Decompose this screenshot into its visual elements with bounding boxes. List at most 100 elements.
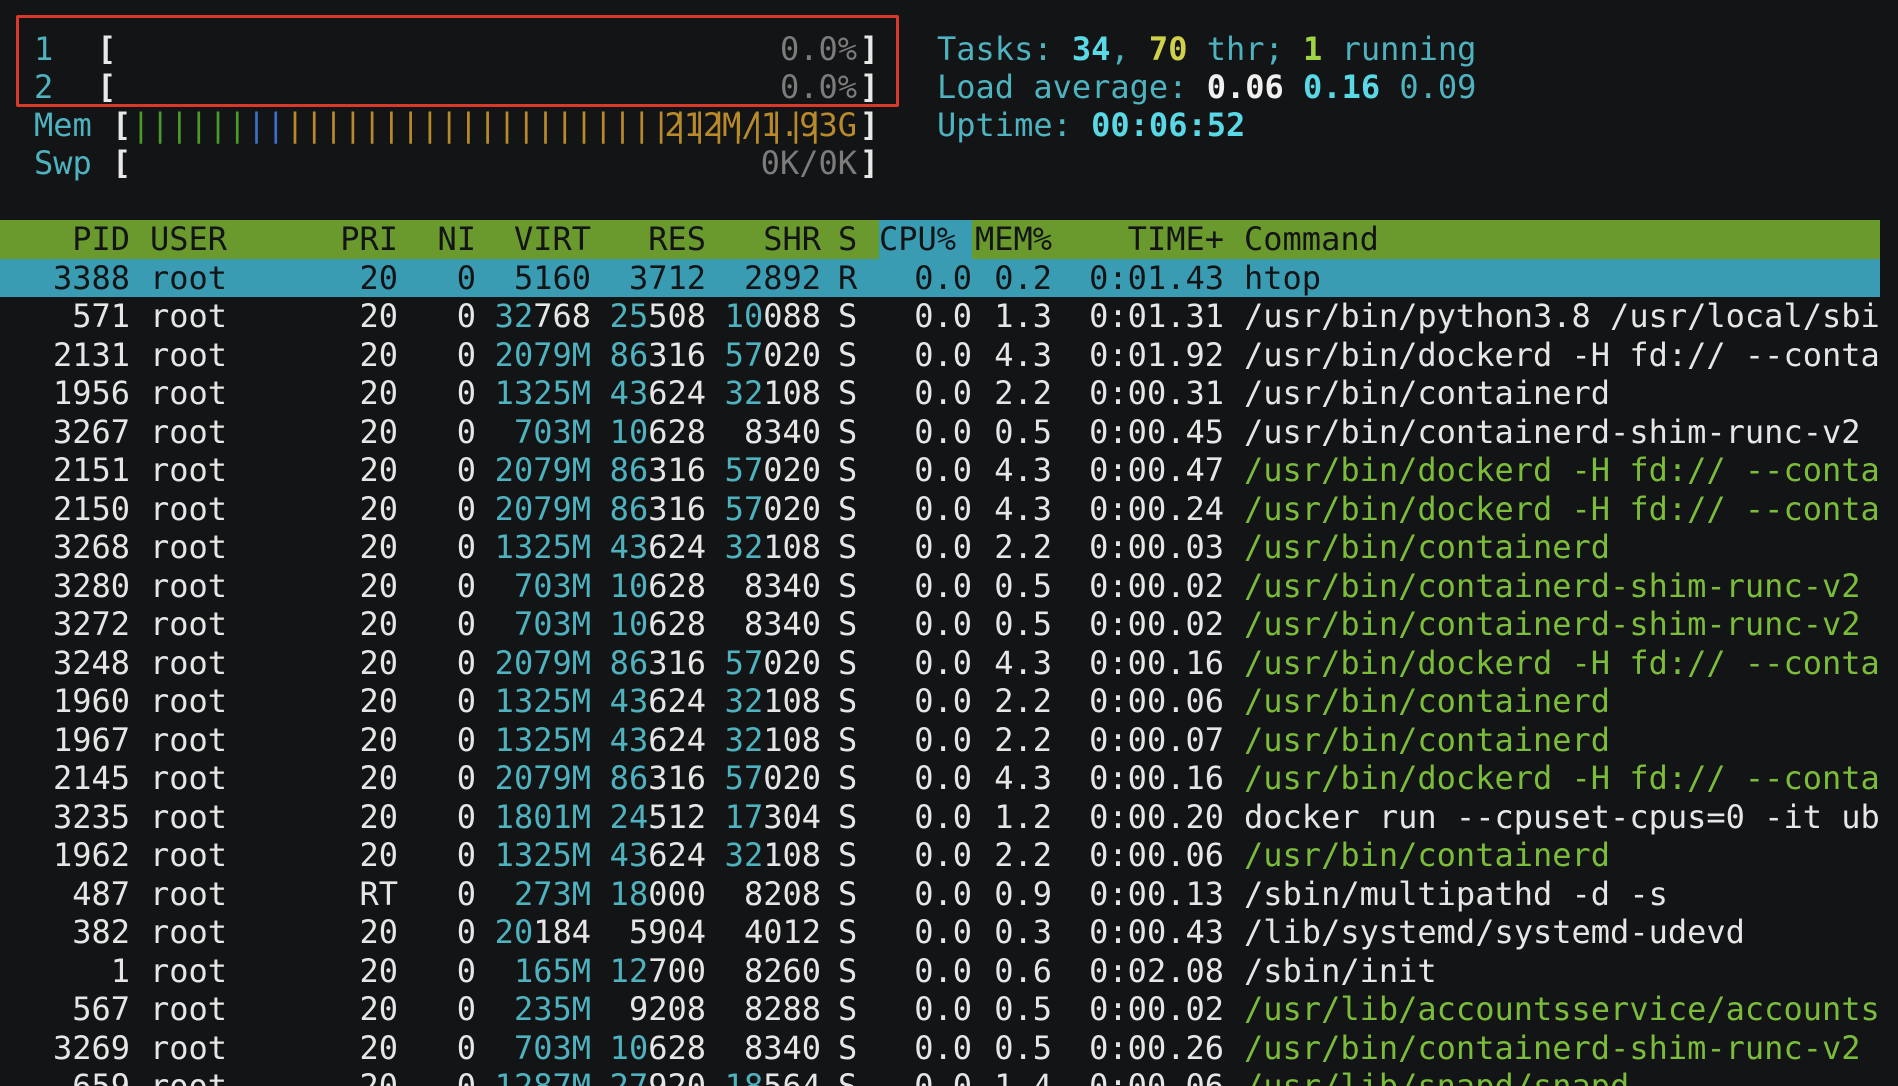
column-header-virt[interactable]: VIRT [478,220,591,259]
process-res: 43624 [593,374,706,413]
process-user: root [150,682,228,720]
process-res: 43624 [593,682,706,721]
process-shr-low-part: 020 [763,489,821,528]
process-row[interactable]: 2131 root 20 0 2079M 86316 57020 S 0.0 4.3 0:01.92… [0,336,1880,375]
process-pid: 1 [110,951,130,990]
process-state: S [838,643,858,682]
process-shr-high-part: 57 [724,759,764,797]
process-virt-high-part: 32 [494,297,534,335]
process-time: 0:01.92 [1089,335,1224,374]
process-res-low-part: 316 [648,489,706,528]
process-res-high-part: 86 [609,451,649,489]
process-res-low-part: 624 [648,720,706,759]
process-res-high-part: 12 [609,951,649,990]
process-row-selected[interactable]: 3388 root 20 0 5160 3712 2892 R 0.0 0.2 0:01.43 hto… [0,258,1880,298]
process-res-low-part: 624 [648,374,706,412]
process-mem: 2.2 [994,682,1052,720]
process-row[interactable]: 3267 root 20 0 703M 10628 8340 S 0.0 0.5 0:00.45/u… [0,413,1880,452]
column-header-pri[interactable]: PRI [300,220,398,259]
table-header: PID USER PRI NI VIRT RES SHR S CPU% MEM%… [0,220,1880,259]
process-command: docker run --cpuset-cpus=0 -it ub [1244,797,1880,836]
process-virt: 2079M [478,336,591,375]
process-res: 86316 [593,336,706,375]
column-header-cpu[interactable]: CPU% [879,220,972,259]
process-priority: 20 [359,258,398,297]
process-shr: 2892 [708,259,821,298]
column-header-shr[interactable]: SHR [708,220,821,259]
process-row[interactable]: 659 root 20 0 1287M 27920 18564 S 0.0 1.4 0:00.06/… [0,1067,1880,1086]
process-row[interactable]: 1956 root 20 0 1325M 43624 32108 S 0.0 2.2 0:00.31… [0,374,1880,413]
process-res-high-part: 10 [609,412,649,451]
column-header-state[interactable]: S [838,220,868,259]
process-shr-high-part: 18 [724,1067,764,1086]
process-row[interactable]: 3248 root 20 0 2079M 86316 57020 S 0.0 4.3 0:00.16… [0,644,1880,683]
process-state: S [838,1067,858,1086]
process-row[interactable]: 3272 root 20 0 703M 10628 8340 S 0.0 0.5 0:00.02/u… [0,605,1880,644]
process-res: 43624 [593,836,706,875]
process-shr-high-part: 57 [724,335,764,374]
column-header-res[interactable]: RES [593,220,706,259]
process-priority: 20 [359,297,398,335]
process-row[interactable]: 1960 root 20 0 1325M 43624 32108 S 0.0 2.2 0:00.06… [0,682,1880,721]
threads-label: thr; [1187,30,1304,68]
process-shr-low-part: 8340 [743,1028,821,1067]
process-virt-high-part: 2079M [494,451,591,489]
column-header-pid[interactable]: PID [0,220,130,259]
process-res-low-part: 628 [648,605,706,643]
process-res-low-part: 316 [648,335,706,374]
column-header-command[interactable]: Command [1244,220,1880,259]
process-res-low-part: 628 [648,412,706,451]
process-shr: 8340 [708,413,821,452]
process-pid: 2145 [52,759,130,797]
process-row[interactable]: 382 root 20 0 20184 5904 4012 S 0.0 0.3 0:00.43/li… [0,913,1880,952]
process-pid: 3280 [52,566,130,605]
tasks-count: 34 [1071,30,1111,68]
process-command: /usr/bin/containerd [1244,374,1611,412]
process-row[interactable]: 1967 root 20 0 1325M 43624 32108 S 0.0 2.2 0:00.07… [0,721,1880,760]
process-shr: 57020 [708,759,821,798]
process-command: /usr/bin/python3.8 /usr/local/sbi [1244,297,1880,335]
column-header-mem[interactable]: MEM% [975,220,1055,259]
process-row[interactable]: 3235 root 20 0 1801M 24512 17304 S 0.0 1.2 0:00.20… [0,798,1880,837]
process-res: 86316 [593,451,706,490]
process-row[interactable]: 2150 root 20 0 2079M 86316 57020 S 0.0 4.3 0:00.24… [0,490,1880,529]
process-row[interactable]: 1 root 20 0 165M 12700 8260 S 0.0 0.6 0:02.08/sbin… [0,952,1880,991]
column-header-time[interactable]: TIME+ [1060,220,1224,259]
column-header-ni[interactable]: NI [400,220,476,259]
process-row[interactable]: 3269 root 20 0 703M 10628 8340 S 0.0 0.5 0:00.26/u… [0,1029,1880,1068]
process-res-low-part: 920 [648,1067,706,1086]
process-shr: 32108 [708,528,821,567]
process-shr: 32108 [708,721,821,760]
process-row[interactable]: 3280 root 20 0 703M 10628 8340 S 0.0 0.5 0:00.02/u… [0,567,1880,606]
process-shr: 10088 [708,297,821,336]
process-shr-low-part: 8260 [743,951,821,990]
process-mem: 0.5 [994,605,1052,643]
process-shr-low-part: 8288 [743,990,821,1028]
process-row[interactable]: 571 root 20 0 32768 25508 10088 S 0.0 1.3 0:01.31/… [0,297,1880,336]
process-shr: 8340 [708,567,821,606]
process-shr-low-part: 108 [763,374,821,412]
process-row[interactable]: 2145 root 20 0 2079M 86316 57020 S 0.0 4.3 0:00.16… [0,759,1880,798]
process-res-low-part: 628 [648,1028,706,1067]
process-row[interactable]: 487 root RT 0 273M 18000 8208 S 0.0 0.9 0:00.13/sb… [0,875,1880,914]
mem-meter: Mem [|||||||||||||||||||||||||||||||||||… [34,106,879,144]
process-user: root [150,1028,228,1067]
process-row[interactable]: 3268 root 20 0 1325M 43624 32108 S 0.0 2.2 0:00.03… [0,528,1880,567]
process-row[interactable]: 1962 root 20 0 1325M 43624 32108 S 0.0 2.2 0:00.06… [0,836,1880,875]
mem-bar-used: |||||| [131,106,247,144]
column-header-user[interactable]: USER [150,220,320,259]
process-mem: 1.3 [994,297,1052,335]
tasks-separator: , [1110,30,1149,68]
process-mem: 1.4 [994,1067,1052,1086]
process-row[interactable]: 567 root 20 0 235M 9208 8288 S 0.0 0.5 0:00.02/usr… [0,990,1880,1029]
process-mem: 4.3 [994,759,1052,797]
process-row[interactable]: 2151 root 20 0 2079M 86316 57020 S 0.0 4.3 0:00.47… [0,451,1880,490]
process-res: 43624 [593,528,706,567]
process-pid: 382 [72,913,130,951]
process-pid: 2131 [52,335,130,374]
process-shr-high-part: 32 [724,720,764,759]
scrollbar[interactable] [1880,220,1898,1086]
process-state: S [838,451,858,489]
process-res-low-part: 700 [648,951,706,990]
process-state: S [838,874,858,913]
